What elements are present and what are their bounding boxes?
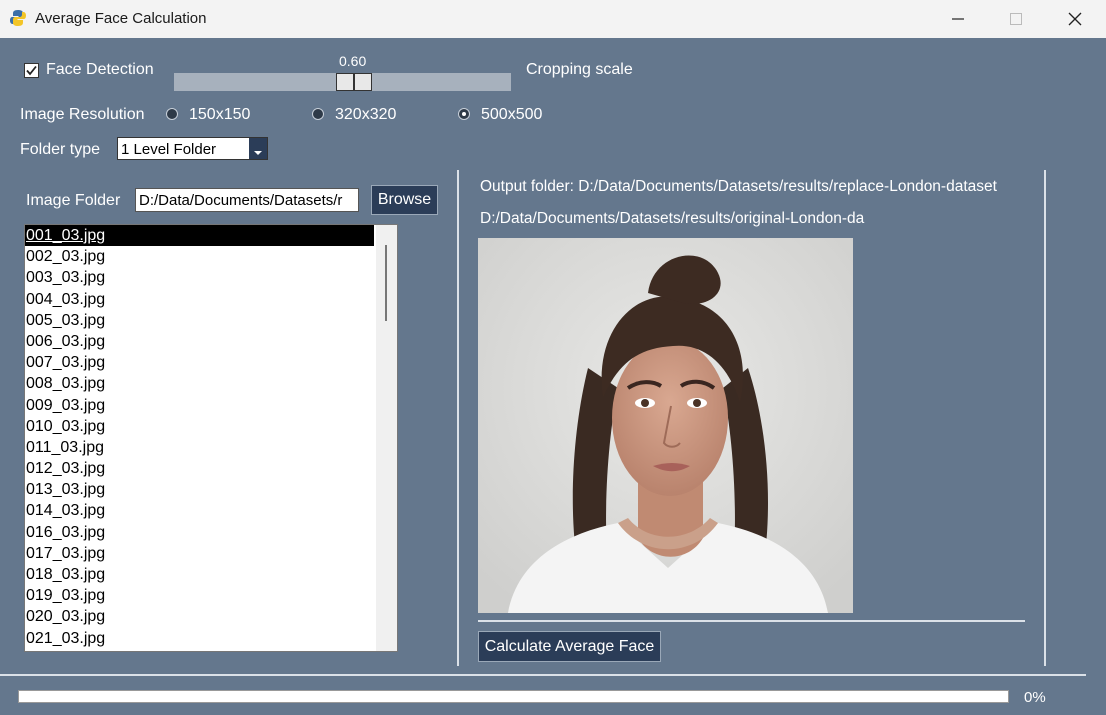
slider-thumb[interactable] xyxy=(336,73,372,91)
face-preview-image xyxy=(478,238,853,613)
minimize-icon xyxy=(952,18,964,20)
list-item[interactable]: 006_03.jpg xyxy=(25,331,374,352)
list-item[interactable]: 019_03.jpg xyxy=(25,585,374,606)
file-list-items: 001_03.jpg 002_03.jpg 003_03.jpg 004_03.jpg… xyxy=(25,225,397,649)
main-panel: Face Detection 0.60 Cropping scale Image… xyxy=(0,38,1106,715)
checkmark-icon xyxy=(26,65,37,76)
bottom-divider xyxy=(0,674,1086,676)
browse-button[interactable]: Browse xyxy=(371,185,438,215)
vertical-divider-right xyxy=(1044,170,1046,666)
list-item[interactable]: 012_03.jpg xyxy=(25,458,374,479)
list-item[interactable]: 005_03.jpg xyxy=(25,310,374,331)
progress-text: 0% xyxy=(1024,689,1046,706)
list-item[interactable]: 017_03.jpg xyxy=(25,543,374,564)
list-item[interactable]: 016_03.jpg xyxy=(25,522,374,543)
folder-type-value: 1 Level Folder xyxy=(121,141,217,158)
maximize-icon xyxy=(1010,13,1022,25)
list-item[interactable]: 018_03.jpg xyxy=(25,564,374,585)
minimize-button[interactable] xyxy=(929,0,987,38)
radio-500[interactable] xyxy=(458,108,470,120)
list-item[interactable]: 008_03.jpg xyxy=(25,373,374,394)
folder-type-label: Folder type xyxy=(20,141,101,158)
progress-bar xyxy=(18,690,1009,703)
radio-320[interactable] xyxy=(312,108,324,120)
list-scrollbar[interactable] xyxy=(376,225,397,651)
list-item[interactable]: 010_03.jpg xyxy=(25,416,374,437)
image-folder-label: Image Folder xyxy=(26,192,121,209)
image-folder-input[interactable] xyxy=(136,189,358,211)
image-folder-field[interactable] xyxy=(135,188,359,212)
cropping-value: 0.60 xyxy=(339,53,367,69)
face-photo xyxy=(478,238,853,613)
list-item[interactable]: 007_03.jpg xyxy=(25,352,374,373)
list-item[interactable]: 002_03.jpg xyxy=(25,246,374,267)
output-folder-label: Output folder: D:/Data/Documents/Dataset… xyxy=(480,178,997,195)
close-icon xyxy=(1068,12,1082,26)
folder-type-select[interactable]: 1 Level Folder xyxy=(117,137,268,160)
output-path-label: D:/Data/Documents/Datasets/results/origi… xyxy=(480,210,865,227)
resolution-label: Image Resolution xyxy=(20,106,145,123)
list-item[interactable]: 011_03.jpg xyxy=(25,437,374,458)
cropping-scale-label: Cropping scale xyxy=(526,61,633,78)
face-detection-label: Face Detection xyxy=(46,61,154,78)
python-app-icon xyxy=(10,10,26,26)
list-item[interactable]: 004_03.jpg xyxy=(25,289,374,310)
face-detection-checkbox[interactable] xyxy=(24,63,39,78)
radio-500-label: 500x500 xyxy=(481,106,543,123)
close-button[interactable] xyxy=(1046,0,1104,38)
file-list[interactable]: 001_03.jpg 002_03.jpg 003_03.jpg 004_03.jpg… xyxy=(24,224,398,652)
title-bar: Average Face Calculation xyxy=(0,0,1106,38)
list-item[interactable]: 003_03.jpg xyxy=(25,267,374,288)
list-item[interactable]: 020_03.jpg xyxy=(25,606,374,627)
dropdown-button[interactable] xyxy=(249,138,267,159)
radio-150-label: 150x150 xyxy=(189,106,251,123)
calculate-average-face-button[interactable]: Calculate Average Face xyxy=(478,631,661,662)
list-item[interactable]: 014_03.jpg xyxy=(25,500,374,521)
chevron-down-icon xyxy=(254,151,262,155)
scrollbar-thumb[interactable] xyxy=(385,245,387,321)
radio-150[interactable] xyxy=(166,108,178,120)
radio-320-label: 320x320 xyxy=(335,106,397,123)
list-item[interactable]: 013_03.jpg xyxy=(25,479,374,500)
list-item[interactable]: 009_03.jpg xyxy=(25,395,374,416)
vertical-divider-left xyxy=(457,170,459,666)
list-item[interactable]: 021_03.jpg xyxy=(25,628,374,649)
horizontal-divider xyxy=(478,620,1025,622)
list-item[interactable]: 001_03.jpg xyxy=(25,225,374,247)
window-title: Average Face Calculation xyxy=(35,10,207,27)
maximize-button[interactable] xyxy=(987,0,1045,38)
